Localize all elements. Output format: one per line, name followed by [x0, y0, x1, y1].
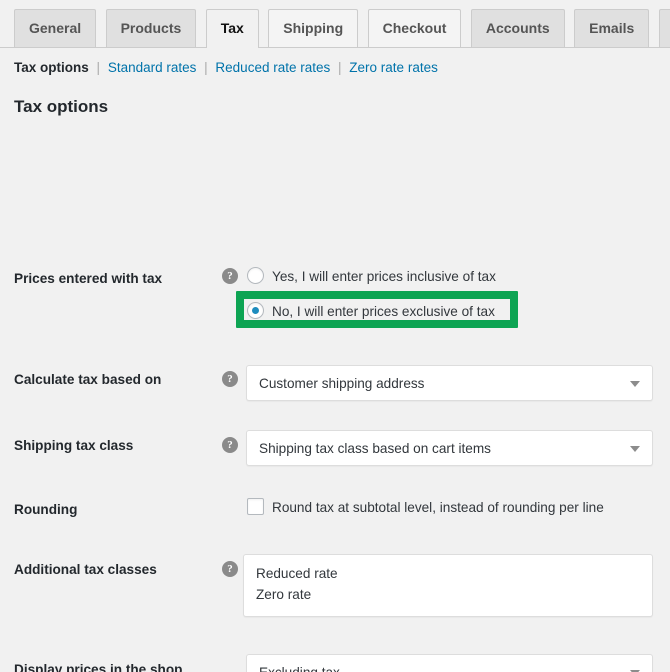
- select-calculate-tax-based-on[interactable]: Customer shipping address: [246, 364, 653, 401]
- select-value-shipping-tax-class: Shipping tax class based on cart items: [259, 440, 491, 456]
- help-icon-prices-entered-with-tax[interactable]: ?: [222, 267, 238, 284]
- tax-subnav: Tax options | Standard rates | Reduced r…: [0, 48, 670, 75]
- label-shipping-tax-class: Shipping tax class: [14, 437, 134, 453]
- tab-products[interactable]: Products: [105, 9, 197, 47]
- checkbox-round-tax-at-subtotal[interactable]: [247, 497, 264, 515]
- chevron-down-icon: [630, 380, 640, 387]
- textarea-additional-tax-classes[interactable]: Reduced rate Zero rate: [243, 553, 653, 617]
- radio-selected-dot: [252, 306, 259, 314]
- radio-label-prices-inclusive[interactable]: Yes, I will enter prices inclusive of ta…: [272, 268, 496, 286]
- help-icon-shipping-tax-class[interactable]: ?: [222, 436, 238, 453]
- tab-api[interactable]: API: [658, 9, 670, 47]
- label-prices-entered-with-tax: Prices entered with tax: [14, 270, 163, 286]
- subnav-link-standard-rates[interactable]: Standard rates: [108, 60, 197, 75]
- checkbox-label-round-tax-at-subtotal[interactable]: Round tax at subtotal level, instead of …: [272, 499, 604, 517]
- radio-prices-inclusive[interactable]: [247, 266, 264, 284]
- select-value-display-prices-shop: Excluding tax: [259, 664, 340, 672]
- subnav-separator-1: |: [96, 60, 101, 75]
- chevron-down-icon: [630, 445, 640, 452]
- tab-shipping[interactable]: Shipping: [268, 9, 359, 47]
- tab-general[interactable]: General: [14, 9, 97, 47]
- help-icon-calculate-tax-based-on[interactable]: ?: [222, 370, 238, 387]
- label-display-prices-shop: Display prices in the shop: [14, 661, 183, 672]
- tab-tax[interactable]: Tax: [205, 9, 259, 48]
- select-display-prices-shop[interactable]: Excluding tax: [246, 653, 653, 672]
- select-value-calculate-tax-based-on: Customer shipping address: [259, 375, 425, 391]
- select-shipping-tax-class[interactable]: Shipping tax class based on cart items: [246, 429, 653, 466]
- tab-checkout[interactable]: Checkout: [367, 9, 462, 47]
- tab-emails[interactable]: Emails: [574, 9, 650, 47]
- subnav-separator-2: |: [204, 60, 208, 75]
- label-rounding: Rounding: [14, 501, 78, 517]
- label-additional-tax-classes: Additional tax classes: [14, 561, 157, 577]
- page-title: Tax options: [14, 96, 109, 116]
- subnav-separator-3: |: [338, 60, 342, 75]
- label-calculate-tax-based-on: Calculate tax based on: [14, 371, 162, 387]
- settings-tab-bar: General Products Tax Shipping Checkout A…: [0, 0, 670, 48]
- subnav-link-zero-rate-rates[interactable]: Zero rate rates: [349, 60, 438, 75]
- radio-prices-exclusive[interactable]: [247, 301, 264, 319]
- tab-accounts[interactable]: Accounts: [470, 9, 565, 47]
- radio-label-prices-exclusive[interactable]: No, I will enter prices exclusive of tax: [272, 303, 495, 321]
- help-icon-additional-tax-classes[interactable]: ?: [222, 560, 238, 577]
- subnav-link-reduced-rate-rates[interactable]: Reduced rate rates: [215, 60, 330, 75]
- subnav-item-tax-options: Tax options: [14, 60, 89, 75]
